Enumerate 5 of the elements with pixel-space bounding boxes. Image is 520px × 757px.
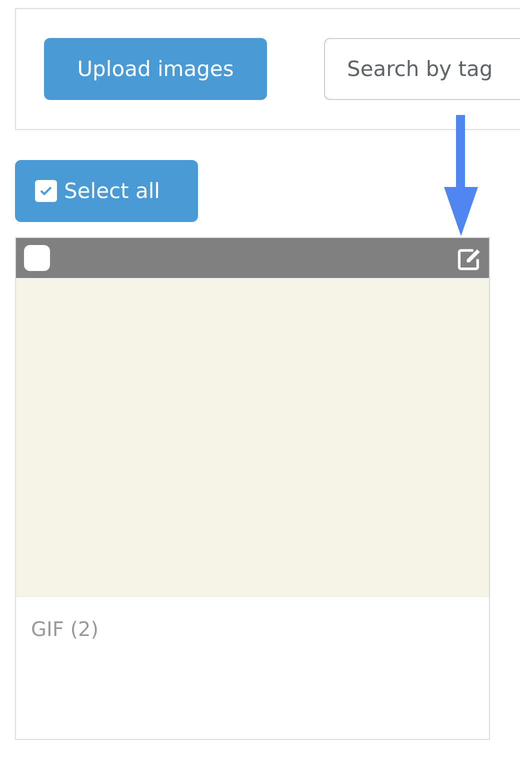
checkbox[interactable] bbox=[24, 245, 50, 271]
image-caption: GIF (2) bbox=[30, 616, 100, 643]
select-all-button[interactable]: Select all bbox=[15, 160, 198, 222]
upload-button[interactable]: Upload images bbox=[44, 38, 267, 100]
search-field[interactable]: Search by tag bbox=[324, 38, 520, 100]
